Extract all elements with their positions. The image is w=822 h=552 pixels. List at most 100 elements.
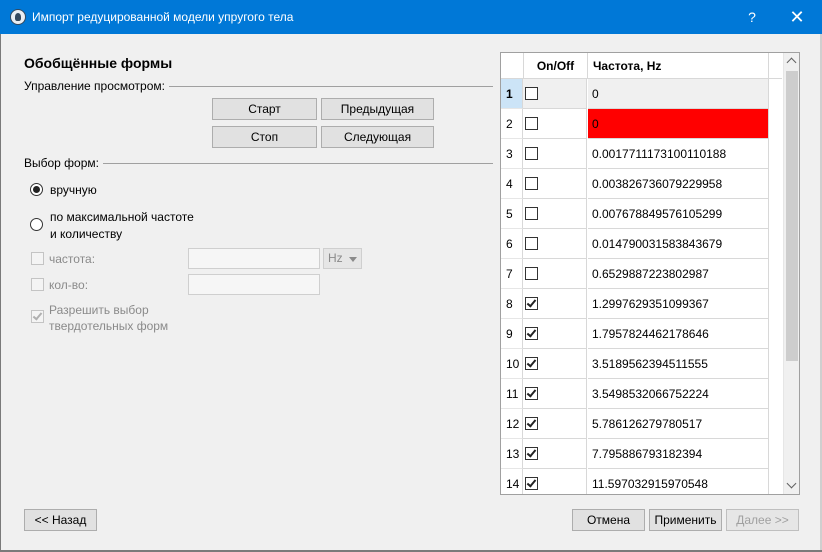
- count-checkbox[interactable]: [31, 278, 44, 291]
- allow-rigid-forms-checkbox[interactable]: [31, 310, 44, 323]
- table-row[interactable]: 3 0.0017711173100110188: [501, 139, 782, 169]
- frequency-checkbox[interactable]: [31, 252, 44, 265]
- app-icon: [10, 9, 26, 25]
- onoff-cell[interactable]: [523, 439, 587, 469]
- manual-radio[interactable]: [30, 183, 43, 196]
- onoff-cell[interactable]: [523, 229, 587, 259]
- onoff-cell[interactable]: [523, 469, 587, 494]
- by-max-frequency-radio[interactable]: [30, 218, 43, 231]
- row-checkbox[interactable]: [525, 177, 538, 190]
- window-title: Импорт редуцированной модели упругого те…: [32, 10, 294, 24]
- row-number: 1: [501, 79, 523, 109]
- scrollbar-thumb[interactable]: [786, 71, 798, 361]
- frequency-cell[interactable]: 0.003826736079229958: [588, 169, 769, 199]
- frequency-cell[interactable]: 0.0017711173100110188: [588, 139, 769, 169]
- table-row[interactable]: 11 3.5498532066752224: [501, 379, 782, 409]
- frequency-cell[interactable]: 11.597032915970548: [588, 469, 769, 494]
- frequency-cell[interactable]: 1.2997629351099367: [588, 289, 769, 319]
- frequency-cell[interactable]: 3.5498532066752224: [588, 379, 769, 409]
- table-row[interactable]: 8 1.2997629351099367: [501, 289, 782, 319]
- row-checkbox[interactable]: [525, 477, 538, 490]
- table-row[interactable]: 9 1.7957824462178646: [501, 319, 782, 349]
- chevron-down-icon[interactable]: [784, 477, 799, 494]
- onoff-cell[interactable]: [523, 109, 587, 139]
- row-checkbox[interactable]: [525, 147, 538, 160]
- table-row[interactable]: 6 0.014790031583843679: [501, 229, 782, 259]
- frequency-cell[interactable]: 0.007678849576105299: [588, 199, 769, 229]
- onoff-cell[interactable]: [523, 169, 587, 199]
- frequency-cell[interactable]: 0: [588, 79, 769, 109]
- cancel-button[interactable]: Отмена: [572, 509, 645, 531]
- frequency-cell[interactable]: 5.786126279780517: [588, 409, 769, 439]
- count-input[interactable]: [188, 274, 320, 295]
- onoff-cell[interactable]: [523, 259, 587, 289]
- count-label: кол-во:: [49, 278, 89, 292]
- row-checkbox[interactable]: [525, 237, 538, 250]
- frequency-cell[interactable]: 7.795886793182394: [588, 439, 769, 469]
- table-row[interactable]: 12 5.786126279780517: [501, 409, 782, 439]
- row-checkbox[interactable]: [525, 267, 538, 280]
- apply-button[interactable]: Применить: [649, 509, 722, 531]
- row-checkbox[interactable]: [525, 87, 538, 100]
- start-button[interactable]: Старт: [212, 98, 317, 120]
- by-max-frequency-label-line2: и количеству: [50, 227, 123, 241]
- onoff-cell[interactable]: [523, 199, 587, 229]
- frequency-cell[interactable]: 1.7957824462178646: [588, 319, 769, 349]
- allow-rigid-forms-label-line2: твердотельных форм: [49, 319, 169, 333]
- table-row[interactable]: 1 0: [501, 79, 782, 109]
- next-button[interactable]: Далее >>: [726, 509, 799, 531]
- row-number: 7: [501, 259, 523, 289]
- check-icon: [526, 387, 537, 398]
- row-checkbox[interactable]: [525, 417, 538, 430]
- onoff-cell[interactable]: [523, 289, 587, 319]
- title-bar: Импорт редуцированной модели упругого те…: [0, 0, 822, 34]
- table-scrollbar[interactable]: [783, 53, 799, 494]
- frequency-cell[interactable]: 0.014790031583843679: [588, 229, 769, 259]
- frequency-input[interactable]: [188, 248, 320, 269]
- row-checkbox[interactable]: [525, 387, 538, 400]
- onoff-cell[interactable]: [523, 349, 587, 379]
- previous-button[interactable]: Предыдущая: [321, 98, 434, 120]
- row-number: 10: [501, 349, 523, 379]
- onoff-cell[interactable]: [523, 139, 587, 169]
- onoff-cell[interactable]: [523, 79, 587, 109]
- next-form-button[interactable]: Следующая: [321, 126, 434, 148]
- check-icon: [526, 357, 537, 368]
- frequency-label: частота:: [49, 252, 96, 266]
- manual-radio-label: вручную: [50, 183, 97, 197]
- table-row[interactable]: 14 11.597032915970548: [501, 469, 782, 494]
- row-checkbox[interactable]: [525, 207, 538, 220]
- row-checkbox[interactable]: [525, 297, 538, 310]
- onoff-cell[interactable]: [523, 319, 587, 349]
- close-button[interactable]: ✕: [784, 5, 810, 29]
- frequency-cell[interactable]: 0: [588, 109, 769, 139]
- table-row[interactable]: 7 0.6529887223802987: [501, 259, 782, 289]
- back-button[interactable]: << Назад: [24, 509, 97, 531]
- row-checkbox[interactable]: [525, 117, 538, 130]
- check-icon: [32, 310, 43, 321]
- row-checkbox[interactable]: [525, 327, 538, 340]
- table-row[interactable]: 4 0.003826736079229958: [501, 169, 782, 199]
- column-header-frequency[interactable]: Частота, Hz: [587, 53, 768, 79]
- help-button[interactable]: ?: [740, 6, 764, 28]
- row-number: 11: [501, 379, 523, 409]
- allow-rigid-forms-label-line1: Разрешить выбор: [49, 303, 149, 317]
- row-checkbox[interactable]: [525, 357, 538, 370]
- view-control-label: Управление просмотром:: [24, 79, 169, 93]
- table-row[interactable]: 10 3.5189562394511555: [501, 349, 782, 379]
- table-row[interactable]: 13 7.795886793182394: [501, 439, 782, 469]
- row-number: 9: [501, 319, 523, 349]
- column-header-onoff[interactable]: On/Off: [523, 53, 587, 79]
- frequency-unit-select[interactable]: Hz: [323, 248, 362, 269]
- row-checkbox[interactable]: [525, 447, 538, 460]
- frequency-cell[interactable]: 3.5189562394511555: [588, 349, 769, 379]
- stop-button[interactable]: Стоп: [212, 126, 317, 148]
- onoff-cell[interactable]: [523, 379, 587, 409]
- table-row[interactable]: 5 0.007678849576105299: [501, 199, 782, 229]
- table-row[interactable]: 2 0: [501, 109, 782, 139]
- frequency-cell[interactable]: 0.6529887223802987: [588, 259, 769, 289]
- chevron-up-icon[interactable]: [784, 53, 799, 70]
- row-number: 13: [501, 439, 523, 469]
- modes-table: On/Off Частота, Hz 1 0 2 0 3 0.001771117…: [500, 52, 800, 495]
- onoff-cell[interactable]: [523, 409, 587, 439]
